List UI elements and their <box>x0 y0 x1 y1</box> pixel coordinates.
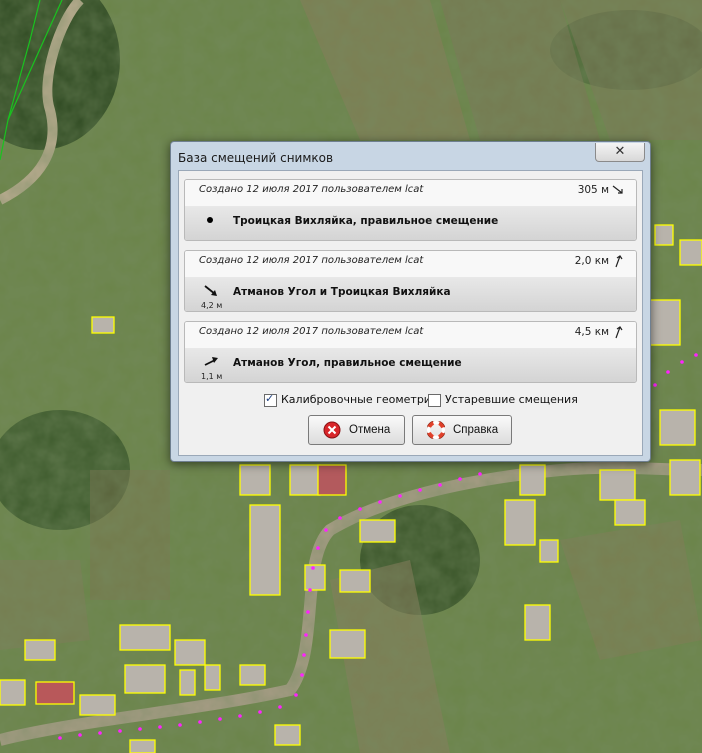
close-icon: ✕ <box>614 144 626 159</box>
entry-distance: 305 м <box>577 184 609 196</box>
entry-name: Троицкая Вихляйка, правильное смещение <box>233 215 499 227</box>
entry-distance: 2,0 км <box>574 255 609 267</box>
help-button[interactable]: Справка <box>412 415 512 445</box>
entry-name: Атманов Угол, правильное смещение <box>233 357 462 369</box>
dialog-title: База смещений снимков <box>178 151 334 165</box>
cancel-label: Отмена <box>349 424 391 436</box>
arrow-down-right-icon <box>612 185 623 194</box>
offset-value: 1,1 м <box>201 372 223 381</box>
calibration-label: Калибровочные геометрии <box>281 393 439 406</box>
offset-entry-1[interactable]: Создано 12 июля 2017 пользователем lcat … <box>184 179 637 241</box>
entry-meta: Создано 12 июля 2017 пользователем lcat <box>199 255 424 266</box>
entry-name: Атманов Угол и Троицкая Вихляйка <box>233 286 451 298</box>
calibration-geometries-option[interactable]: Калибровочные геометрии <box>264 392 439 407</box>
offset-entry-3[interactable]: Создано 12 июля 2017 пользователем lcat … <box>184 321 637 383</box>
offset-arrow-icon <box>204 285 217 296</box>
dialog-content: Создано 12 июля 2017 пользователем lcat … <box>178 170 643 456</box>
close-button[interactable]: ✕ <box>595 143 645 162</box>
deprecated-offsets-option[interactable]: Устаревшие смещения <box>428 393 578 407</box>
arrow-up-right-icon <box>615 326 623 339</box>
offset-arrow-icon <box>204 357 218 366</box>
entry-meta: Создано 12 июля 2017 пользователем lcat <box>199 184 424 195</box>
deprecated-checkbox[interactable] <box>428 393 441 407</box>
cancel-button[interactable]: Отмена <box>308 415 405 445</box>
lifebuoy-icon <box>427 421 445 439</box>
arrow-up-right-icon <box>615 255 623 268</box>
offset-entry-2[interactable]: Создано 12 июля 2017 пользователем lcat … <box>184 250 637 312</box>
entry-distance: 4,5 км <box>574 326 609 338</box>
help-label: Справка <box>453 424 499 436</box>
imagery-offset-dialog: База смещений снимков ✕ Создано 12 июля … <box>170 141 651 462</box>
deprecated-label: Устаревшие смещения <box>445 393 578 406</box>
offset-value: 4,2 м <box>201 301 223 310</box>
calibration-checkbox[interactable] <box>264 392 277 407</box>
entry-meta: Создано 12 июля 2017 пользователем lcat <box>199 326 424 337</box>
dot-icon <box>207 217 213 223</box>
cancel-icon <box>323 421 341 439</box>
dialog-title-bar[interactable]: База смещений снимков ✕ <box>171 142 650 170</box>
